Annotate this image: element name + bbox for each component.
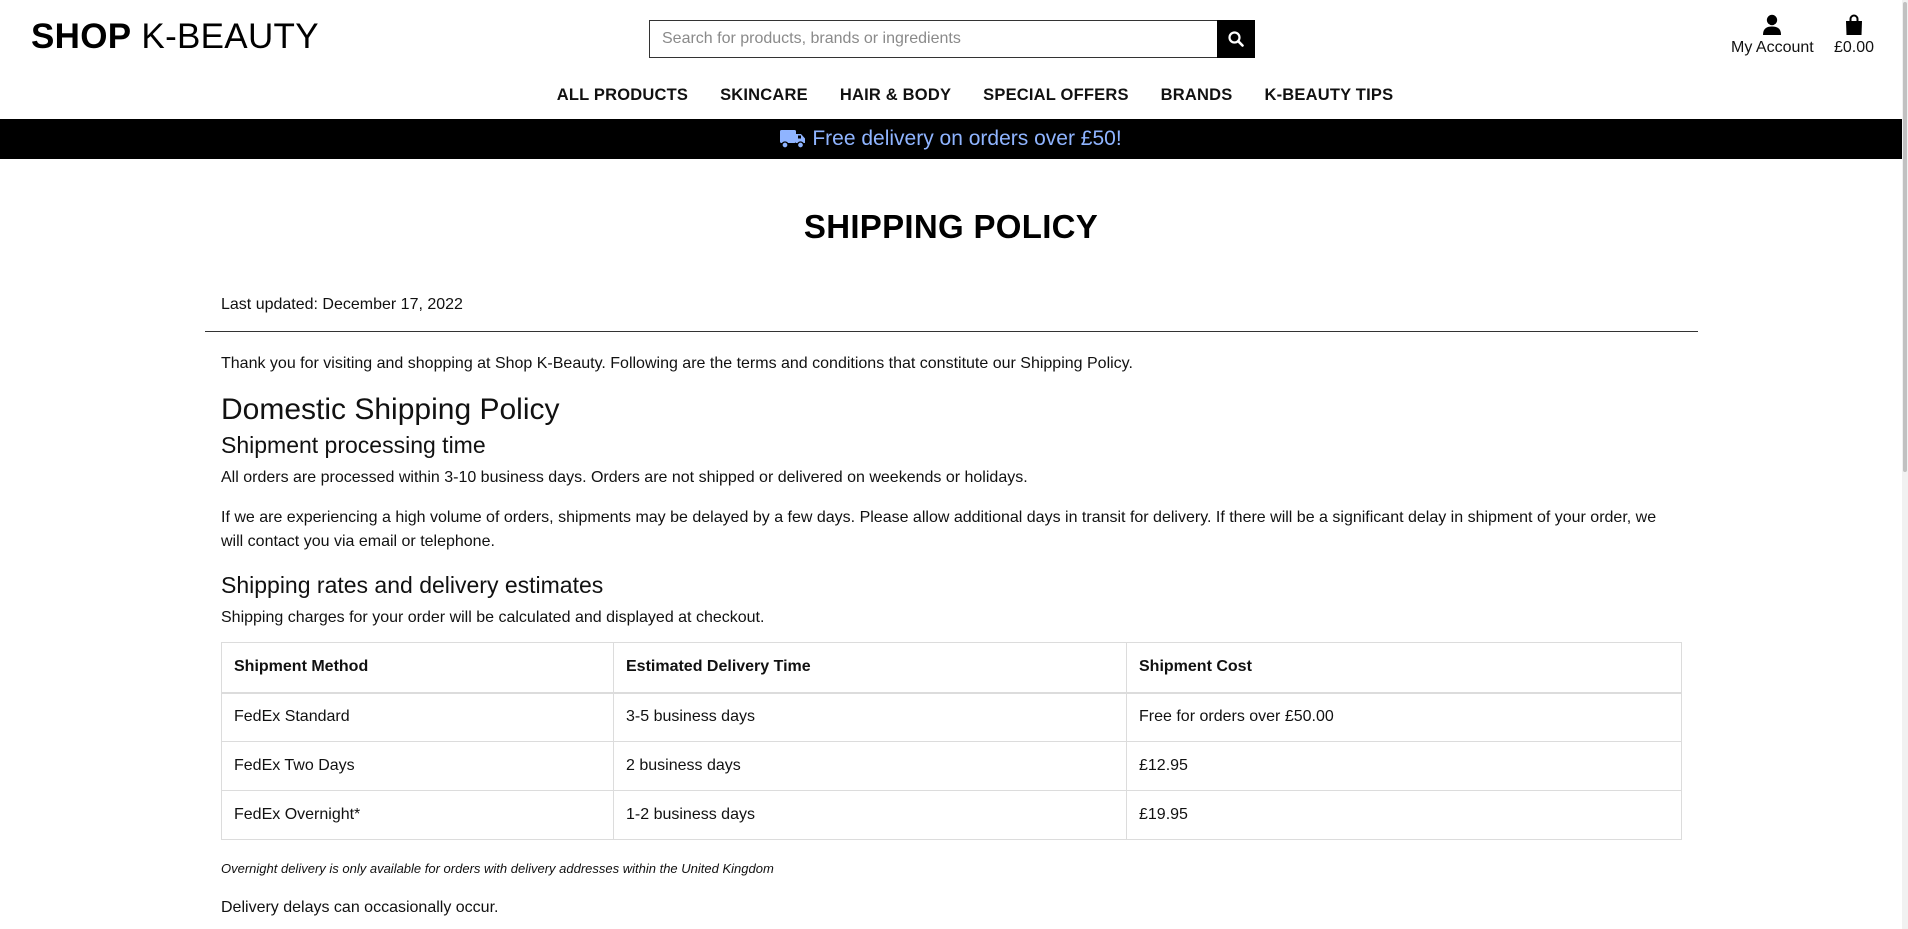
delivery-time: 3-5 business days [613, 692, 1127, 742]
nav-hair-body[interactable]: HAIR & BODY [840, 86, 951, 105]
shipment-method: FedEx Overnight* [221, 790, 614, 840]
shipping-rates-table: Shipment Method Estimated Delivery Time … [221, 642, 1682, 840]
policy-body: Thank you for visiting and shopping at S… [221, 352, 1682, 929]
shopping-bag-icon [1846, 14, 1863, 35]
column-header: Estimated Delivery Time [613, 642, 1127, 694]
logo-light-text: K-BEAUTY [141, 17, 319, 56]
bag-total: £0.00 [1834, 39, 1875, 56]
domestic-heading: Domestic Shipping Policy [221, 393, 560, 426]
shipment-cost: £12.95 [1126, 741, 1682, 791]
table-row: FedEx Overnight* 1-2 business days £19.9… [221, 790, 1682, 840]
search-button[interactable] [1217, 20, 1255, 58]
my-account-link[interactable]: My Account [1731, 14, 1814, 57]
nav-brands[interactable]: BRANDS [1161, 86, 1233, 105]
nav-special-offers[interactable]: SPECIAL OFFERS [983, 86, 1129, 105]
truck-icon [780, 130, 806, 149]
table-header-row: Shipment Method Estimated Delivery Time … [221, 642, 1682, 694]
delivery-time: 2 business days [613, 741, 1127, 791]
delivery-banner-text: Free delivery on orders over £50! [812, 127, 1122, 150]
shipment-method: FedEx Standard [221, 692, 614, 742]
search-input[interactable] [649, 20, 1217, 58]
main-navigation: ALL PRODUCTS SKINCARE HAIR & BODY SPECIA… [0, 86, 1908, 105]
page-title: SHIPPING POLICY [803, 208, 1099, 245]
column-header: Shipment Cost [1126, 642, 1682, 694]
processing-paragraph: All orders are processed within 3-10 bus… [221, 469, 1028, 486]
shipment-cost: £19.95 [1126, 790, 1682, 840]
table-row: FedEx Two Days 2 business days £12.95 [221, 741, 1682, 791]
nav-k-beauty-tips[interactable]: K-BEAUTY TIPS [1264, 86, 1393, 105]
search-form [649, 20, 1255, 58]
shopping-bag-link[interactable]: £0.00 [1834, 14, 1874, 57]
site-header: SHOP K-BEAUTY My Account [0, 0, 1908, 119]
rates-heading: Shipping rates and delivery estimates [221, 572, 604, 598]
my-account-label: My Account [1731, 39, 1814, 56]
shipment-cost: Free for orders over £50.00 [1126, 692, 1682, 742]
logo-bold-text: SHOP [31, 17, 132, 56]
divider [205, 331, 1698, 332]
scrollbar-thumb[interactable] [1903, 2, 1907, 472]
processing-heading: Shipment processing time [221, 432, 486, 458]
delivery-time: 1-2 business days [613, 790, 1127, 840]
last-updated: Last updated: December 17, 2022 [221, 296, 463, 313]
rates-intro: Shipping charges for your order will be … [221, 609, 765, 626]
policy-content: SHIPPING POLICY Last updated: December 1… [0, 159, 1902, 916]
site-logo[interactable]: SHOP K-BEAUTY [31, 17, 319, 57]
overnight-note: Overnight delivery is only available for… [221, 861, 774, 876]
column-header: Shipment Method [221, 642, 614, 694]
page-scrollbar[interactable] [1902, 0, 1908, 929]
nav-all-products[interactable]: ALL PRODUCTS [557, 86, 688, 105]
intro-paragraph: Thank you for visiting and shopping at S… [221, 355, 1133, 372]
delivery-banner: Free delivery on orders over £50! [0, 119, 1902, 159]
shipment-method: FedEx Two Days [221, 741, 614, 791]
user-icon [1763, 14, 1782, 35]
table-row: FedEx Standard 3-5 business days Free fo… [221, 692, 1682, 742]
nav-skincare[interactable]: SKINCARE [720, 86, 808, 105]
delay-paragraph: If we are experiencing a high volume of … [221, 509, 1657, 550]
delays-paragraph: Delivery delays can occasionally occur. [221, 899, 499, 916]
search-icon [1228, 31, 1244, 47]
page: SHOP K-BEAUTY My Account [0, 0, 1908, 929]
